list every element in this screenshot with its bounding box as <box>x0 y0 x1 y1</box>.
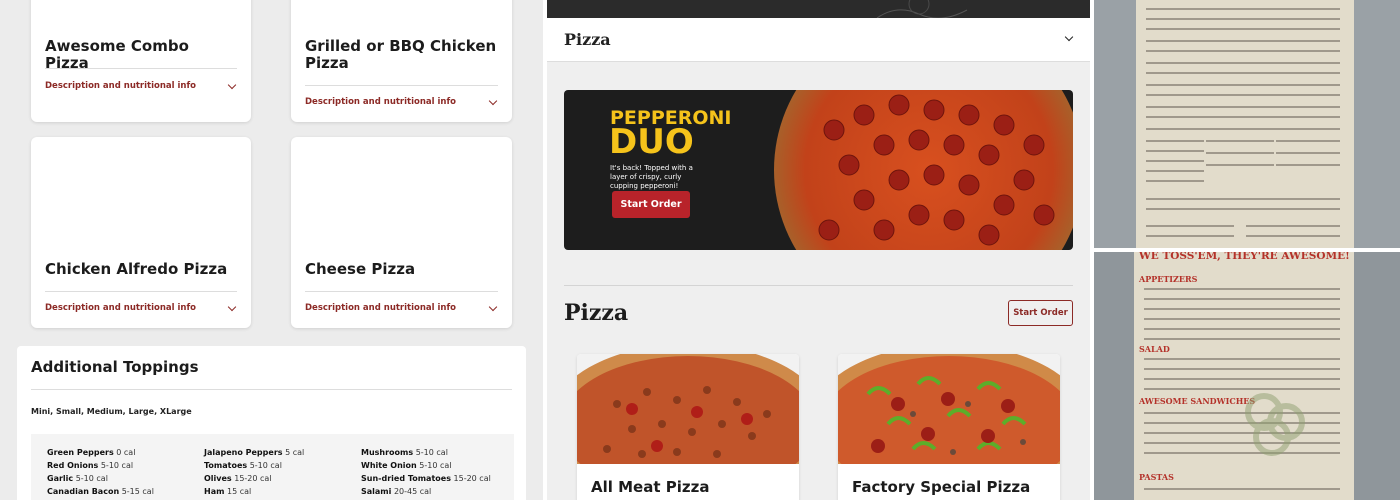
pizza-card[interactable]: Awesome Combo Pizza Description and nutr… <box>31 0 251 122</box>
pizza-card[interactable]: Factory Special Pizza <box>838 354 1060 500</box>
menu-photo-bottom: WE TOSS'EM, THEY'RE AWESOME! APPETIZERS … <box>1094 252 1400 500</box>
description-label: Description and nutritional info <box>45 81 197 91</box>
chevron-down-icon <box>1064 32 1074 42</box>
watermark-logo <box>1245 393 1305 456</box>
promo-banner[interactable]: PEPPERONI DUO It's back! Topped with a l… <box>564 90 1073 250</box>
toppings-column: Mushrooms 5-10 cal White Onion 5-10 cal … <box>361 446 491 498</box>
chevron-down-icon <box>227 80 237 89</box>
description-label: Description and nutritional info <box>305 303 457 313</box>
pizza-card[interactable]: Cheese Pizza Description and nutritional… <box>291 137 512 328</box>
topping-item: Sun-dried Tomatoes 15-20 cal <box>361 474 491 483</box>
description-label: Description and nutritional info <box>305 97 457 107</box>
topping-item: Garlic 5-10 cal <box>47 474 108 483</box>
divider <box>31 389 512 390</box>
menu-page-panel: Pizza PEPPERONI DUO It's back! Topped wi… <box>547 0 1090 500</box>
topping-item: Red Onions 5-10 cal <box>47 461 134 470</box>
toppings-sizes: Mini, Small, Medium, Large, XLarge <box>31 407 192 416</box>
pizza-card[interactable]: Chicken Alfredo Pizza Description and nu… <box>31 137 251 328</box>
topping-item: Canadian Bacon 5-15 cal <box>47 487 154 496</box>
description-toggle[interactable]: Description and nutritional info <box>305 96 498 107</box>
section-title: Pizza <box>564 300 629 326</box>
description-toggle[interactable]: Description and nutritional info <box>45 80 237 91</box>
description-toggle[interactable]: Description and nutritional info <box>45 302 237 313</box>
promo-start-order-button[interactable]: Start Order <box>612 191 690 218</box>
pizza-card-title: Cheese Pizza <box>305 260 416 278</box>
factory-special-pizza-image <box>838 354 1060 464</box>
section-start-order-button[interactable]: Start Order <box>1008 300 1073 326</box>
topping-item: Tomatoes 5-10 cal <box>204 461 282 470</box>
printed-menu-sheet: WE TOSS'EM, THEY'RE AWESOME! APPETIZERS … <box>1134 252 1354 500</box>
topping-item: Olives 15-20 cal <box>204 474 272 483</box>
chevron-down-icon <box>488 302 498 311</box>
topping-item: Ham 15 cal <box>204 487 252 496</box>
printed-menu-sheet <box>1136 0 1354 248</box>
divider <box>305 291 498 292</box>
menu-photo-top <box>1094 0 1400 248</box>
divider <box>45 291 237 292</box>
pizza-card-title: All Meat Pizza <box>591 478 710 496</box>
pizza-card-title: Awesome Combo Pizza <box>45 37 189 72</box>
divider <box>305 85 498 86</box>
chevron-down-icon <box>488 96 498 105</box>
chalkboard-graphic <box>876 0 968 19</box>
pizza-card[interactable]: All Meat Pizza <box>577 354 799 500</box>
pizza-card[interactable]: Grilled or BBQ Chicken Pizza Description… <box>291 0 512 122</box>
toppings-column: Jalapeno Peppers 5 cal Tomatoes 5-10 cal… <box>204 446 304 498</box>
toppings-grid: Green Peppers 0 cal Red Onions 5-10 cal … <box>31 434 514 500</box>
promo-headline-bottom: DUO <box>609 122 694 162</box>
menu-photos-panel: WE TOSS'EM, THEY'RE AWESOME! APPETIZERS … <box>1094 0 1400 500</box>
divider <box>564 285 1073 286</box>
divider <box>45 68 237 69</box>
pizza-list-panel: Awesome Combo Pizza Description and nutr… <box>0 0 543 500</box>
dropdown-label: Pizza <box>564 30 611 49</box>
additional-toppings-card: Additional Toppings Mini, Small, Medium,… <box>17 346 526 500</box>
all-meat-pizza-image <box>577 354 799 464</box>
topping-item: Jalapeno Peppers 5 cal <box>204 448 305 457</box>
topping-item: Green Peppers 0 cal <box>47 448 136 457</box>
description-toggle[interactable]: Description and nutritional info <box>305 302 498 313</box>
pizza-card-title: Chicken Alfredo Pizza <box>45 260 228 278</box>
description-label: Description and nutritional info <box>45 303 197 313</box>
topping-item: Mushrooms 5-10 cal <box>361 448 448 457</box>
promo-body: It's back! Topped with a layer of crispy… <box>610 164 693 190</box>
topping-item: Salami 20-45 cal <box>361 487 432 496</box>
topping-item: White Onion 5-10 cal <box>361 461 452 470</box>
chevron-down-icon <box>227 302 237 311</box>
category-dropdown[interactable]: Pizza <box>547 18 1090 62</box>
toppings-column: Green Peppers 0 cal Red Onions 5-10 cal … <box>47 446 154 498</box>
pizza-card-title: Factory Special Pizza <box>852 478 1031 496</box>
toppings-title: Additional Toppings <box>31 358 199 376</box>
header-banner <box>547 0 1090 19</box>
pizza-card-title: Grilled or BBQ Chicken Pizza <box>305 37 497 72</box>
